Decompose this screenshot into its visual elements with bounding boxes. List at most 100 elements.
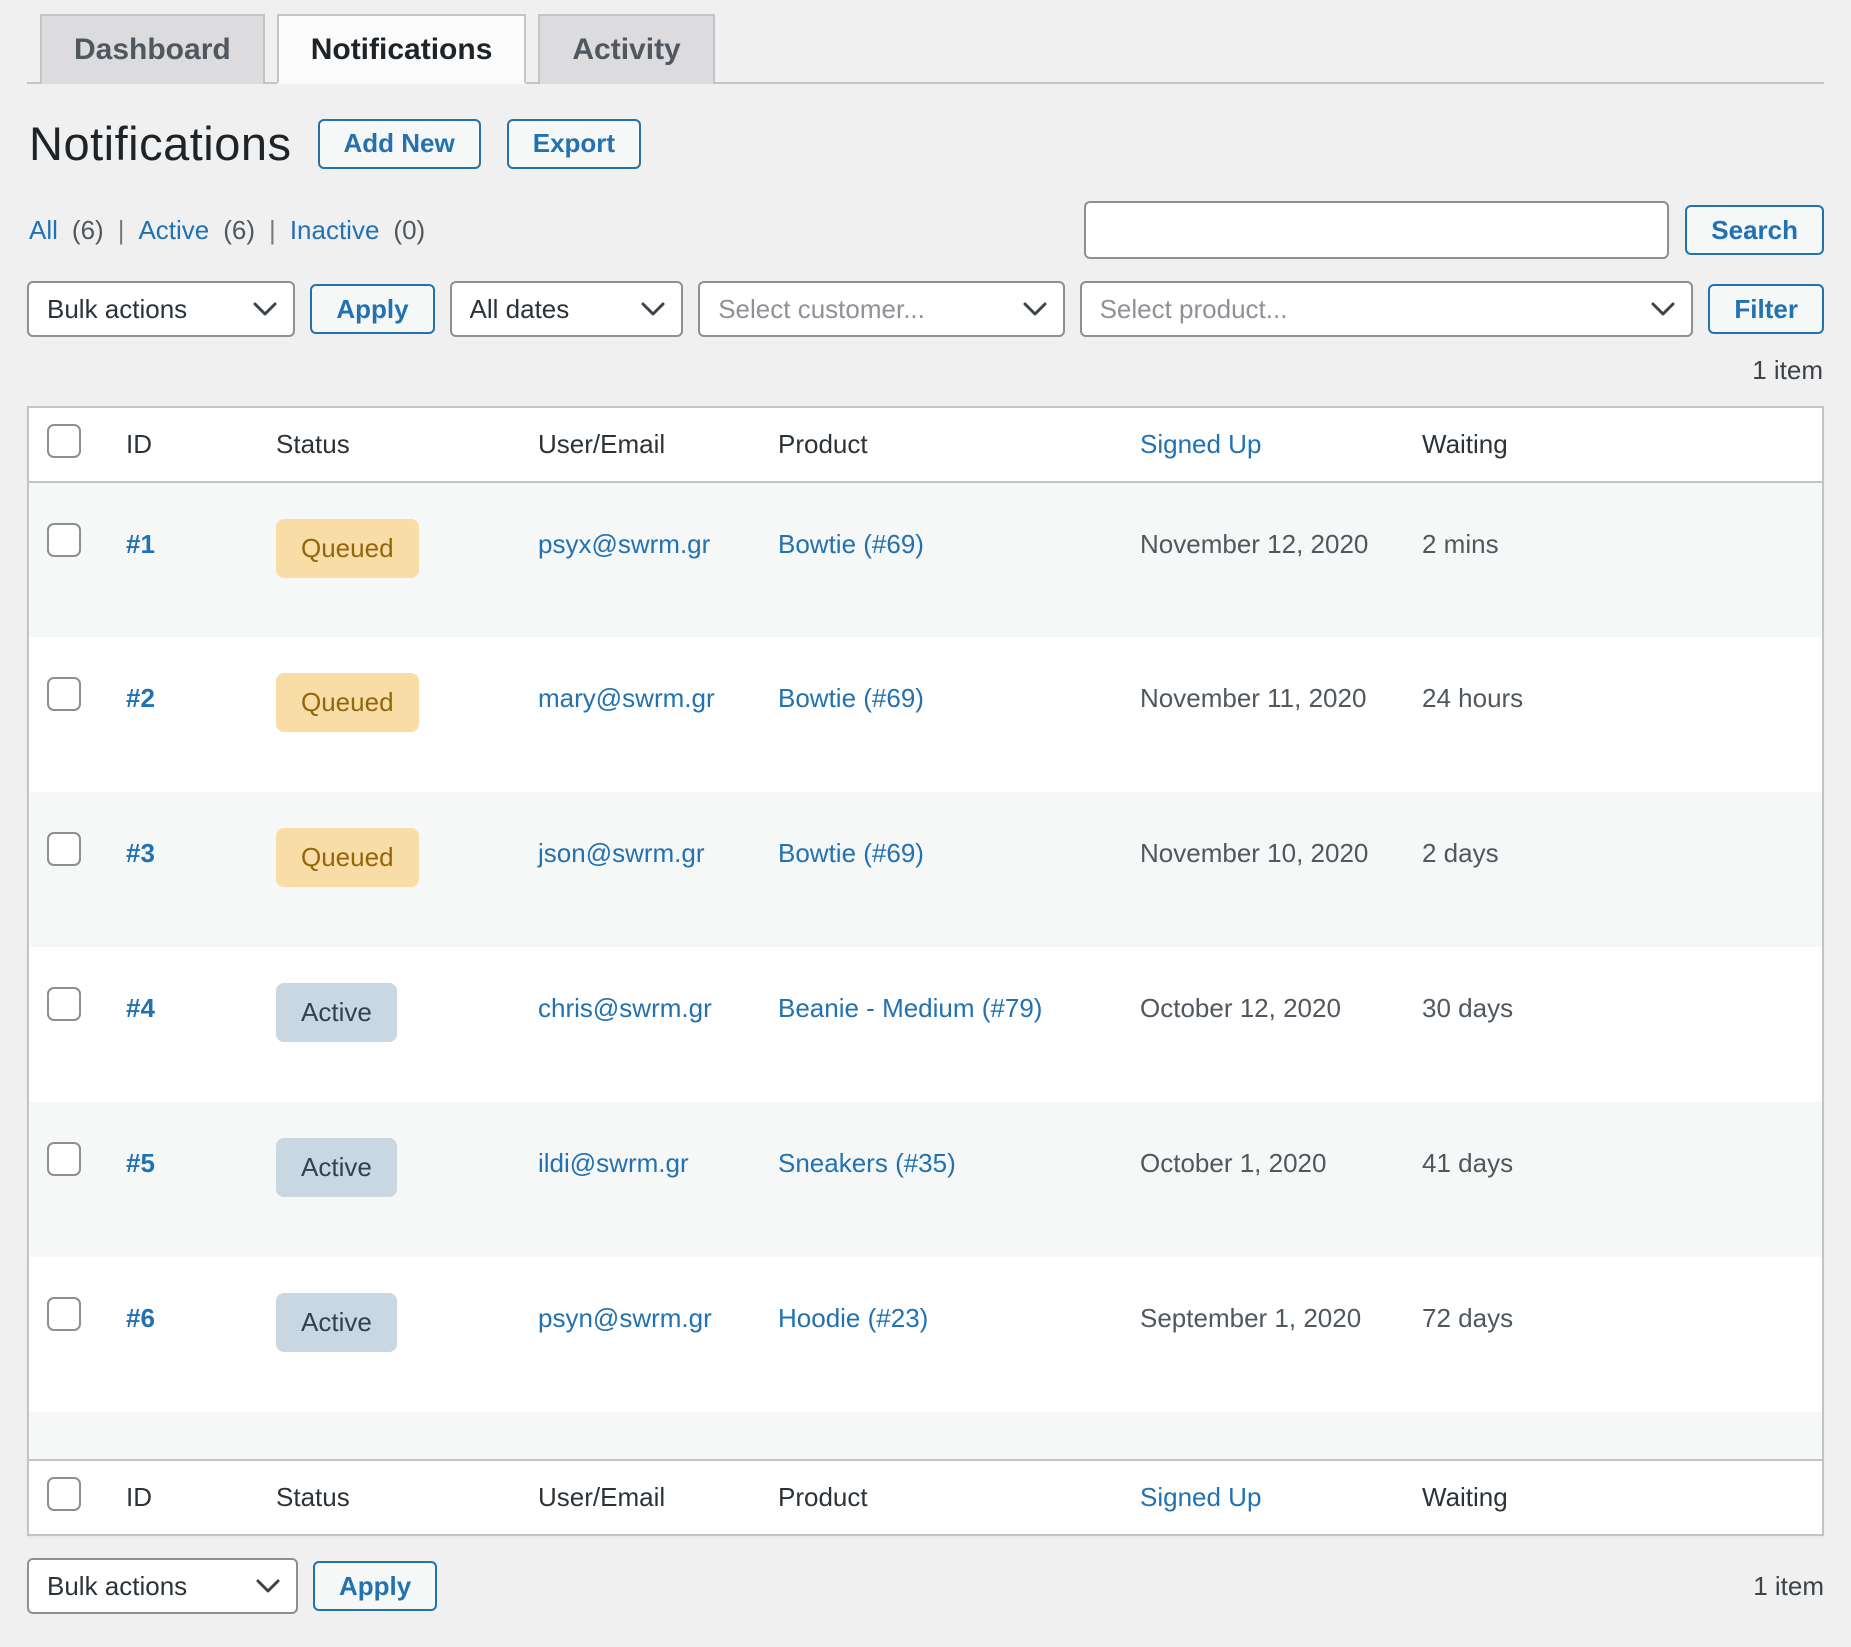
- column-waiting: Waiting: [1398, 407, 1823, 482]
- item-count-bottom: 1 item: [1753, 1571, 1824, 1602]
- status-badge: Queued: [276, 828, 419, 887]
- notifications-table: ID Status User/Email Product Signed Up W…: [27, 406, 1824, 1536]
- view-filters: All (6) | Active (6) | Inactive (0): [27, 215, 425, 246]
- column-status-footer: Status: [252, 1460, 514, 1535]
- view-all-count: (6): [72, 215, 104, 246]
- filter-button[interactable]: Filter: [1708, 284, 1824, 334]
- status-badge: Queued: [276, 519, 419, 578]
- signed-up-date: November 11, 2020: [1140, 683, 1366, 713]
- row-checkbox[interactable]: [47, 1142, 81, 1176]
- product-link[interactable]: Sneakers (#35): [778, 1148, 956, 1178]
- item-count: 1 item: [27, 355, 1823, 386]
- signed-up-date: November 12, 2020: [1140, 529, 1368, 559]
- column-product: Product: [754, 407, 1116, 482]
- column-user-email-footer: User/Email: [514, 1460, 754, 1535]
- bulk-actions-select-bottom[interactable]: Bulk actions: [27, 1558, 298, 1614]
- tab-activity[interactable]: Activity: [538, 14, 714, 84]
- waiting-value: 2 mins: [1422, 529, 1499, 559]
- row-checkbox[interactable]: [47, 1297, 81, 1331]
- table-header: ID Status User/Email Product Signed Up W…: [28, 407, 1823, 482]
- notification-id-link[interactable]: #1: [126, 529, 155, 559]
- signed-up-date: October 1, 2020: [1140, 1148, 1326, 1178]
- search-button[interactable]: Search: [1685, 205, 1824, 255]
- tab-notifications[interactable]: Notifications: [277, 14, 527, 84]
- dates-filter-select[interactable]: All dates: [450, 281, 684, 337]
- column-signed-up-sort-link-footer[interactable]: Signed Up: [1140, 1482, 1261, 1512]
- user-email-link[interactable]: json@swrm.gr: [538, 838, 705, 868]
- notifications-page: Dashboard Notifications Activity Notific…: [0, 0, 1851, 1614]
- apply-button[interactable]: Apply: [310, 284, 434, 334]
- table-footer: ID Status User/Email Product Signed Up W…: [28, 1460, 1823, 1535]
- notification-id-link[interactable]: #5: [126, 1148, 155, 1178]
- tab-dashboard[interactable]: Dashboard: [40, 14, 265, 84]
- filters-toolbar: Bulk actions Apply All dates Select cust…: [27, 281, 1824, 337]
- views-search-row: All (6) | Active (6) | Inactive (0) Sear…: [27, 201, 1824, 259]
- row-checkbox[interactable]: [47, 987, 81, 1021]
- column-signed-up-sort-link[interactable]: Signed Up: [1140, 429, 1261, 459]
- view-all-link[interactable]: All: [29, 215, 58, 246]
- select-all-checkbox-footer[interactable]: [47, 1477, 81, 1511]
- signed-up-date: October 12, 2020: [1140, 993, 1341, 1023]
- status-badge: Active: [276, 1293, 397, 1352]
- table-row: #4 Active chris@swrm.gr Beanie - Medium …: [28, 947, 1823, 1102]
- customer-filter-select[interactable]: Select customer...: [698, 281, 1064, 337]
- table-row: #3 Queued json@swrm.gr Bowtie (#69) Nove…: [28, 792, 1823, 947]
- product-link[interactable]: Hoodie (#23): [778, 1303, 928, 1333]
- view-inactive-count: (0): [393, 215, 425, 246]
- view-active-count: (6): [223, 215, 255, 246]
- waiting-value: 72 days: [1422, 1303, 1513, 1333]
- column-user-email: User/Email: [514, 407, 754, 482]
- bulk-actions-select[interactable]: Bulk actions: [27, 281, 295, 337]
- view-active-link[interactable]: Active: [138, 215, 209, 246]
- column-status: Status: [252, 407, 514, 482]
- search-input[interactable]: [1084, 201, 1669, 259]
- notification-id-link[interactable]: #6: [126, 1303, 155, 1333]
- column-id: ID: [102, 407, 252, 482]
- column-id-footer: ID: [102, 1460, 252, 1535]
- select-all-checkbox[interactable]: [47, 424, 81, 458]
- signed-up-date: November 10, 2020: [1140, 838, 1368, 868]
- status-badge: Active: [276, 1138, 397, 1197]
- search-box: Search: [1084, 201, 1824, 259]
- column-waiting-footer: Waiting: [1398, 1460, 1823, 1535]
- waiting-value: 2 days: [1422, 838, 1499, 868]
- view-separator: |: [118, 215, 125, 246]
- user-email-link[interactable]: chris@swrm.gr: [538, 993, 712, 1023]
- signed-up-date: September 1, 2020: [1140, 1303, 1361, 1333]
- spacer-row: [28, 1412, 1823, 1460]
- table-row: #2 Queued mary@swrm.gr Bowtie (#69) Nove…: [28, 637, 1823, 792]
- notification-id-link[interactable]: #2: [126, 683, 155, 713]
- product-link[interactable]: Beanie - Medium (#79): [778, 993, 1042, 1023]
- title-row: Notifications Add New Export: [29, 116, 1824, 171]
- row-checkbox[interactable]: [47, 677, 81, 711]
- column-product-footer: Product: [754, 1460, 1116, 1535]
- view-inactive-link[interactable]: Inactive: [290, 215, 380, 246]
- row-checkbox[interactable]: [47, 523, 81, 557]
- add-new-button[interactable]: Add New: [318, 119, 481, 169]
- table-row: #1 Queued psyx@swrm.gr Bowtie (#69) Nove…: [28, 482, 1823, 637]
- spacer-cell: [28, 1412, 1823, 1460]
- user-email-link[interactable]: ildi@swrm.gr: [538, 1148, 689, 1178]
- row-checkbox[interactable]: [47, 832, 81, 866]
- apply-button-bottom[interactable]: Apply: [313, 1561, 437, 1611]
- tab-bar: Dashboard Notifications Activity: [27, 14, 1824, 84]
- view-separator: |: [269, 215, 276, 246]
- table-body: #1 Queued psyx@swrm.gr Bowtie (#69) Nove…: [28, 482, 1823, 1460]
- product-filter-select[interactable]: Select product...: [1080, 281, 1694, 337]
- user-email-link[interactable]: psyx@swrm.gr: [538, 529, 710, 559]
- waiting-value: 41 days: [1422, 1148, 1513, 1178]
- notification-id-link[interactable]: #3: [126, 838, 155, 868]
- waiting-value: 30 days: [1422, 993, 1513, 1023]
- product-link[interactable]: Bowtie (#69): [778, 683, 924, 713]
- notification-id-link[interactable]: #4: [126, 993, 155, 1023]
- table-row: #5 Active ildi@swrm.gr Sneakers (#35) Oc…: [28, 1102, 1823, 1257]
- user-email-link[interactable]: mary@swrm.gr: [538, 683, 715, 713]
- user-email-link[interactable]: psyn@swrm.gr: [538, 1303, 712, 1333]
- product-link[interactable]: Bowtie (#69): [778, 838, 924, 868]
- export-button[interactable]: Export: [507, 119, 641, 169]
- product-link[interactable]: Bowtie (#69): [778, 529, 924, 559]
- waiting-value: 24 hours: [1422, 683, 1523, 713]
- status-badge: Queued: [276, 673, 419, 732]
- page-title: Notifications: [29, 116, 292, 171]
- table-row: #6 Active psyn@swrm.gr Hoodie (#23) Sept…: [28, 1257, 1823, 1412]
